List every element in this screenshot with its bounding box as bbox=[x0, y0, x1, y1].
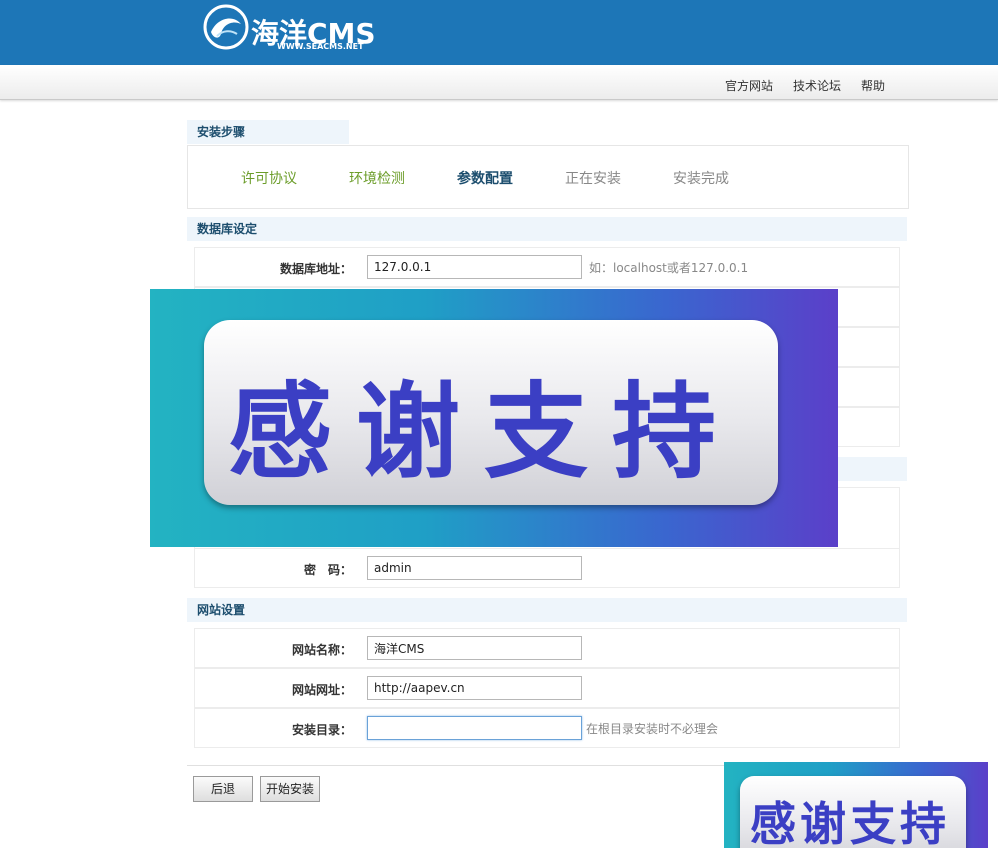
install-dir-input[interactable] bbox=[367, 716, 582, 740]
nav-forum[interactable]: 技术论坛 bbox=[793, 77, 841, 94]
site-url-label: 网站网址： bbox=[291, 683, 352, 697]
admin-password-row: 密 码： bbox=[194, 548, 900, 588]
site-name-row: 网站名称： bbox=[194, 628, 900, 668]
site-name-input[interactable] bbox=[367, 636, 582, 660]
top-nav: 官方网站 技术论坛 帮助 bbox=[0, 65, 998, 100]
step-license: 许可协议 bbox=[241, 171, 297, 187]
db-host-hint: 如：localhost或者127.0.0.1 bbox=[589, 261, 749, 275]
nav-official-site[interactable]: 官方网站 bbox=[725, 77, 773, 94]
install-dir-label: 安装目录： bbox=[291, 723, 352, 737]
admin-password-input[interactable] bbox=[367, 556, 582, 580]
admin-password-label: 密 码： bbox=[303, 563, 352, 577]
site-logo[interactable]: 海洋CMS WWW.SEACMS.NET bbox=[203, 2, 376, 60]
step-env-check: 环境检测 bbox=[349, 171, 405, 187]
thanks-banner-small-text: 感谢支持 bbox=[750, 797, 950, 848]
thanks-banner: 感谢支持 bbox=[150, 289, 838, 547]
back-button[interactable]: 后退 bbox=[193, 776, 253, 802]
site-url-input[interactable] bbox=[367, 676, 582, 700]
site-section-heading: 网站设置 bbox=[187, 598, 907, 622]
site-url-row: 网站网址： bbox=[194, 668, 900, 708]
install-steps: 许可协议 环境检测 参数配置 正在安装 安装完成 bbox=[187, 145, 909, 209]
install-dir-hint: 在根目录安装时不必理会 bbox=[586, 722, 719, 736]
step-config: 参数配置 bbox=[457, 171, 513, 187]
logo-url: WWW.SEACMS.NET bbox=[277, 42, 364, 51]
nav-help[interactable]: 帮助 bbox=[861, 77, 885, 94]
install-dir-row: 安装目录： 在根目录安装时不必理会 bbox=[194, 708, 900, 748]
step-done: 安装完成 bbox=[673, 171, 729, 187]
steps-heading: 安装步骤 bbox=[187, 120, 349, 144]
db-host-label: 数据库地址： bbox=[279, 262, 352, 276]
db-host-input[interactable] bbox=[367, 255, 582, 279]
wave-logo-icon bbox=[203, 4, 249, 50]
start-install-button[interactable]: 开始安装 bbox=[260, 776, 320, 802]
thanks-banner-small: 感谢支持 bbox=[724, 762, 988, 848]
thanks-banner-text: 感谢支持 bbox=[228, 371, 741, 493]
header: 海洋CMS WWW.SEACMS.NET bbox=[0, 0, 998, 65]
db-section-heading: 数据库设定 bbox=[187, 217, 907, 241]
db-host-row: 数据库地址： 如：localhost或者127.0.0.1 bbox=[194, 247, 900, 287]
site-name-label: 网站名称： bbox=[291, 643, 352, 657]
step-installing: 正在安装 bbox=[565, 171, 621, 187]
